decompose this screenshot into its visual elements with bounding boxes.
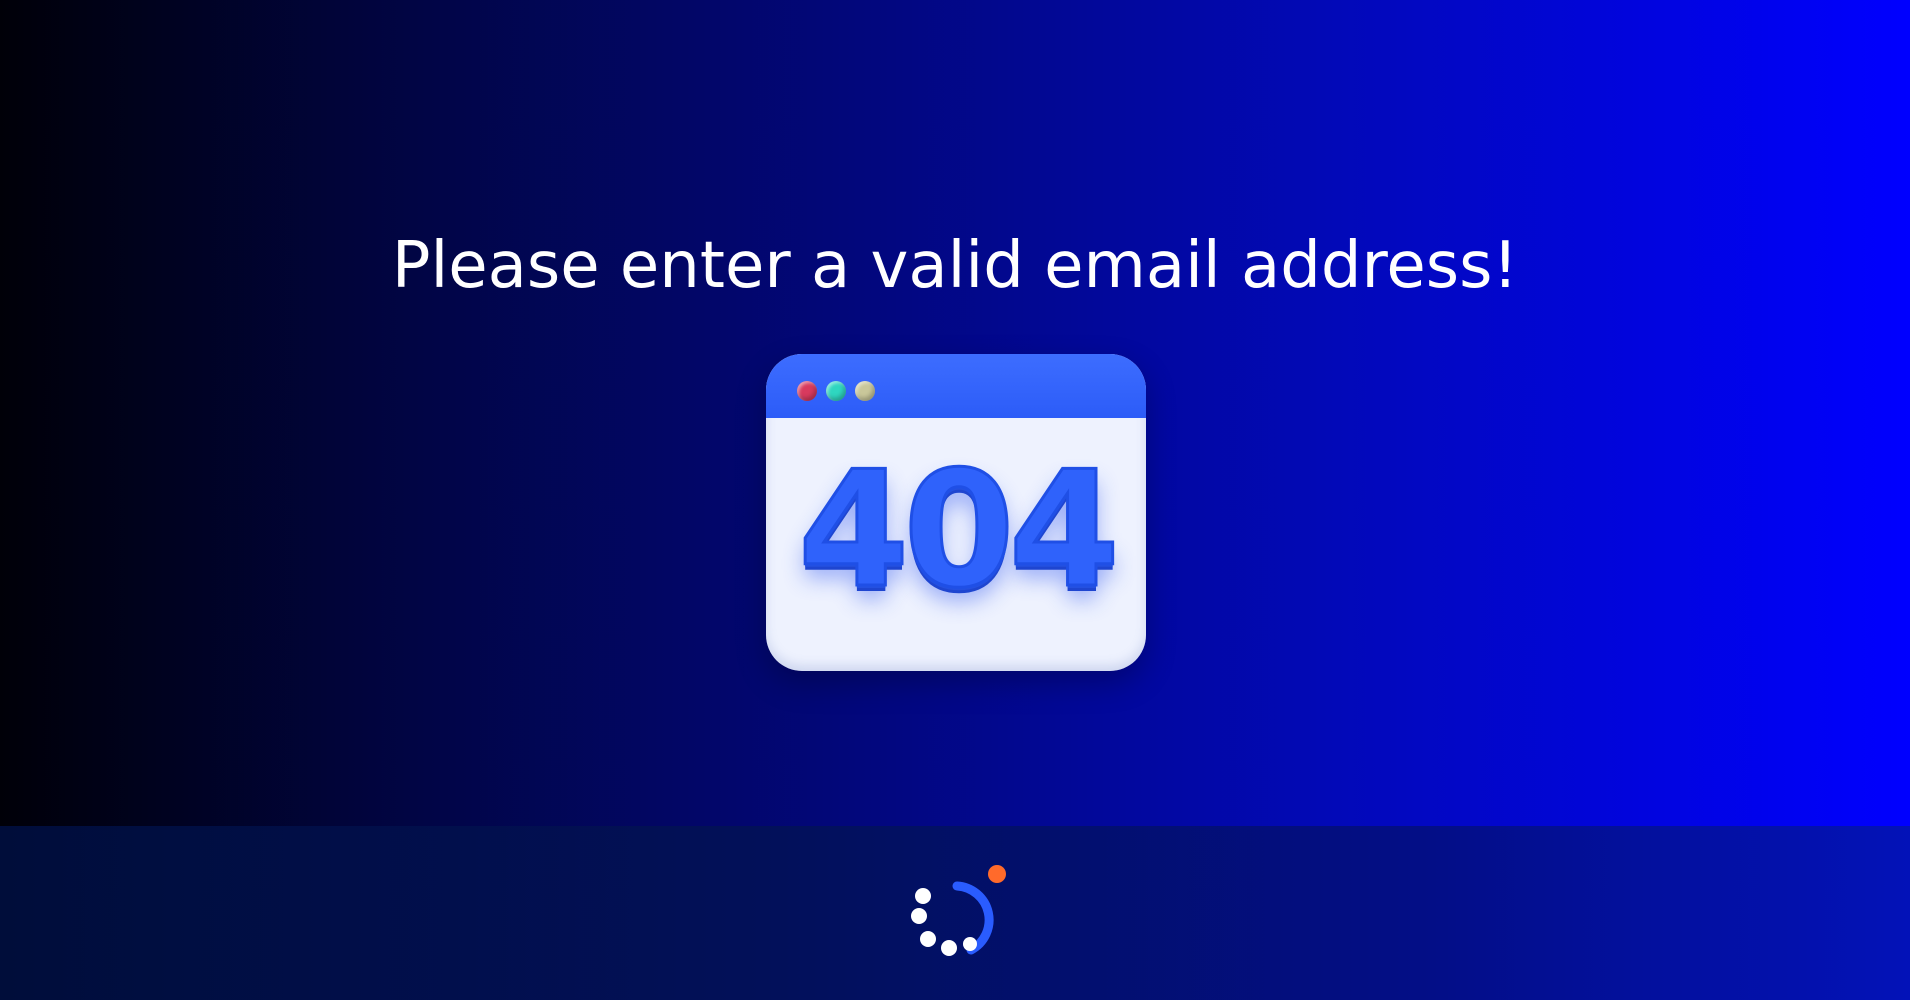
error-message: Please enter a valid email address! <box>391 229 1519 303</box>
loading-spinner-logo-icon[interactable] <box>905 862 1015 966</box>
window-titlebar <box>766 354 1146 418</box>
window-maximize-dot-icon <box>855 381 875 401</box>
error-code: 404 <box>797 436 1122 623</box>
browser-window-illustration: 404 <box>766 354 1146 671</box>
window-close-dot-icon <box>797 381 817 401</box>
hero-background: Please enter a valid email address! 404 <box>0 0 1910 826</box>
window-minimize-dot-icon <box>826 381 846 401</box>
